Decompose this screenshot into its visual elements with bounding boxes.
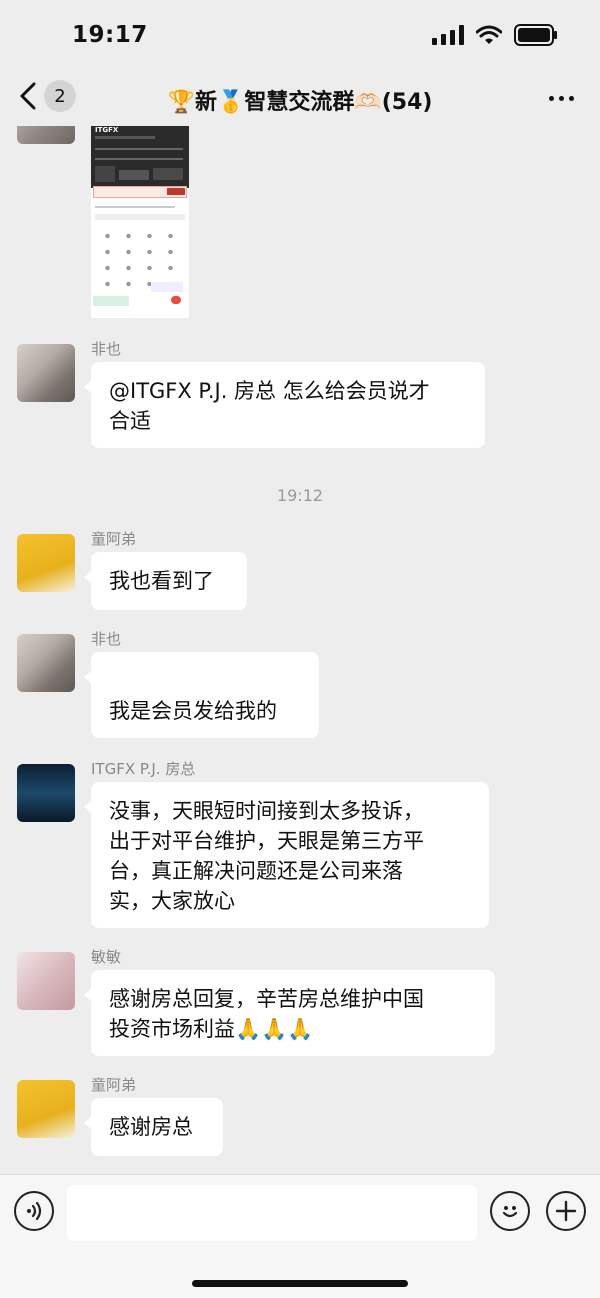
avatar[interactable] [17,952,75,1010]
sender-name: 非也 [91,630,122,648]
battery-icon [514,24,557,46]
message-text: 合适 [109,409,151,433]
avatar[interactable] [17,764,75,822]
avatar[interactable] [17,534,75,592]
status-icons [432,24,558,46]
status-time: 19:17 [72,22,148,48]
plus-icon [555,1200,577,1222]
sender-name: 敏敏 [91,948,122,966]
avatar[interactable] [17,634,75,692]
nav-bar: 2 🏆新🥇智慧交流群🫶🏻(54) [0,70,600,126]
message-text: 感谢房总 [109,1115,193,1139]
image-message: ITGFX [0,126,600,326]
dot-icon [549,96,554,101]
shared-screenshot-image[interactable]: ITGFX [91,126,189,318]
message-bubble[interactable]: @ITGFX P.J. 房总 怎么给会员说才 合适 [84,362,485,448]
message-bubble[interactable]: 我也看到了 [84,552,247,610]
message-bubble[interactable]: 我是会员发给我的 [84,652,319,738]
more-options-button[interactable] [549,96,574,101]
message-text: 我是会员发给我的 [109,699,277,723]
avatar[interactable] [17,344,75,402]
message-text [109,666,301,696]
wifi-icon [476,25,502,44]
time-separator: 19:12 [276,486,324,505]
message-text: 出于对平台维护，天眼是第三方平 [109,829,424,853]
message-text: 没事，天眼短时间接到太多投诉， [109,799,424,823]
sender-name: 童阿弟 [91,530,137,548]
signal-icon [432,25,464,45]
dot-icon [559,96,564,101]
sender-name: ITGFX P.J. 房总 [91,760,196,778]
message-input[interactable] [67,1185,477,1241]
message-text: @ITGFX P.J. 房总 怎么给会员说才 [109,379,430,403]
message-text: 台，真正解决问题还是公司来落 [109,859,403,883]
avatar[interactable] [17,1080,75,1138]
message-bubble[interactable]: 感谢房总 [84,1098,223,1156]
message-text: 投资市场利益🙏🙏🙏 [109,1017,314,1041]
status-bar: 19:17 [0,0,600,70]
chat-title: 🏆新🥇智慧交流群🫶🏻(54) [167,90,433,115]
emoji-icon [502,1206,518,1218]
message-bubble[interactable]: 没事，天眼短时间接到太多投诉， 出于对平台维护，天眼是第三方平 台，真正解决问题… [84,782,489,928]
sender-name: 非也 [91,340,122,358]
home-indicator[interactable] [192,1280,408,1287]
chat-message-list[interactable]: ITGFX 非也 @ITGFX P.J. 房总 怎么给会员说才 合适 19:12 [0,126,600,1174]
emoji-button[interactable] [490,1191,530,1231]
screenshot-brand: ITGFX [95,126,119,134]
message-text: 我也看到了 [109,569,214,593]
message-text: 感谢房总回复，辛苦房总维护中国 [109,987,424,1011]
message-text: 实，大家放心 [109,889,235,913]
add-more-button[interactable] [546,1191,586,1231]
message-bubble[interactable]: 感谢房总回复，辛苦房总维护中国 投资市场利益🙏🙏🙏 [84,970,495,1056]
sender-name: 童阿弟 [91,1076,137,1094]
voice-button[interactable] [14,1191,54,1231]
dot-icon [569,96,574,101]
voice-icon [27,1201,42,1221]
avatar [17,126,75,144]
